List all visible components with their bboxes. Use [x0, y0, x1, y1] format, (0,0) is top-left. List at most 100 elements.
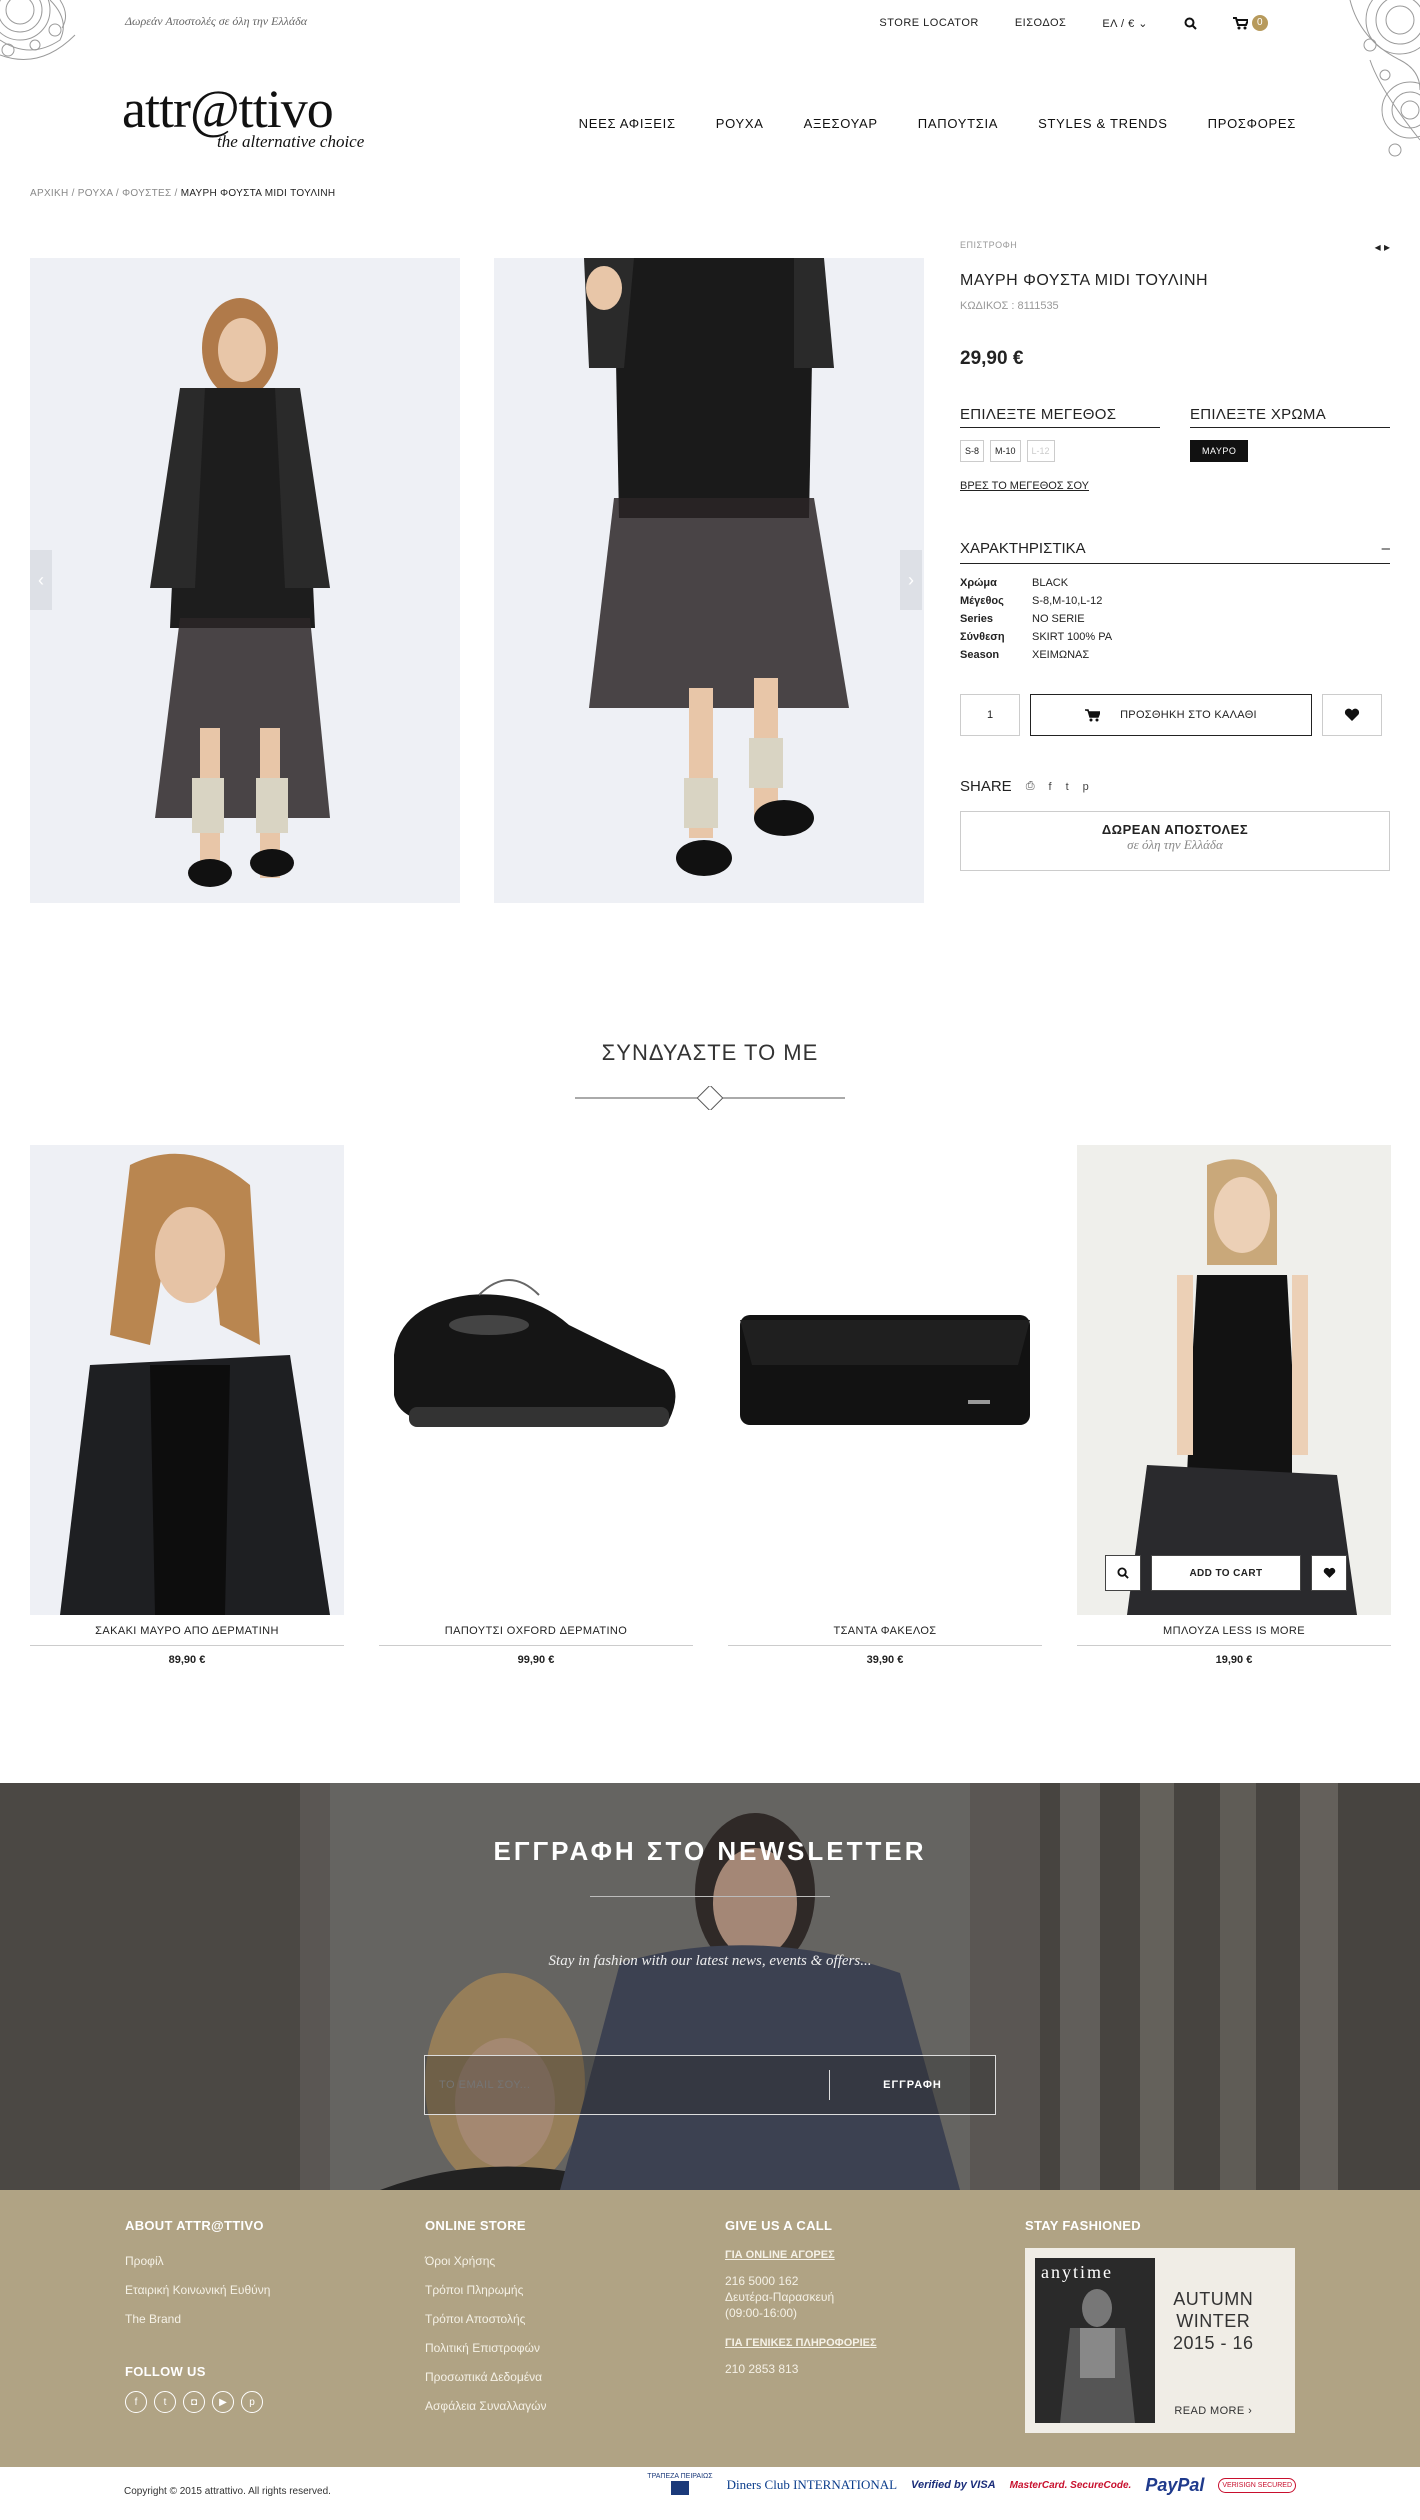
product-title: ΜΑΥΡΗ ΦΟΥΣΤΑ MIDI ΤΟΥΛΙΝΗ — [960, 272, 1209, 289]
footer-about-heading: ABOUT ATTR@TTIVO — [125, 2218, 264, 2233]
newsletter-subtitle: Stay in fashion with our latest news, ev… — [548, 1953, 872, 1969]
add-to-cart-label: ΠΡΟΣΘΗΚΗ ΣΤΟ ΚΑΛΑΘΙ — [1120, 709, 1257, 721]
nav-accessories[interactable]: ΑΞΕΣΟΥΑΡ — [804, 116, 878, 131]
cart-count-badge: 0 — [1252, 15, 1268, 31]
instagram-icon[interactable]: ◘ — [183, 2391, 205, 2413]
newsletter-divider — [590, 1896, 830, 1897]
magazine-promo[interactable]: anytime AUTUMN WINTER 2015 - 16 READ MOR… — [1025, 2248, 1295, 2433]
lace-ornament-left — [0, 0, 76, 60]
size-option-l[interactable]: L-12 — [1026, 440, 1055, 462]
product-card[interactable]: ΠΑΠΟΥΤΣΙ OXFORD ΔΕΡΜΑΤΙΝΟ 99,90 € — [379, 1145, 693, 1666]
product-card-name[interactable]: ΣΑΚΑΚΙ ΜΑΥΡΟ ΑΠΟ ΔΕΡΜΑΤΙΝΗ — [30, 1625, 344, 1646]
cart-button[interactable]: 0 — [1233, 15, 1268, 31]
size-option-s[interactable]: S-8 — [960, 440, 985, 462]
quick-actions-bar: ADD TO CART — [1105, 1555, 1347, 1591]
product-card[interactable]: ΣΑΚΑΚΙ ΜΑΥΡΟ ΑΠΟ ΔΕΡΜΑΤΙΝΗ 89,90 € — [30, 1145, 344, 1666]
product-image-1[interactable]: ‹ — [30, 258, 460, 903]
footer-link-returns[interactable]: Πολιτική Επιστροφών — [425, 2334, 705, 2363]
verified-by-visa-logo: Verified by VISA — [911, 2479, 996, 2491]
pinterest-icon[interactable]: p — [241, 2391, 263, 2413]
quantity-input[interactable]: 1 — [960, 694, 1020, 736]
char-row: Σύνθεση SKIRT 100% PA — [960, 631, 1113, 643]
product-card-image[interactable] — [379, 1145, 693, 1615]
magazine-line-1: AUTUMN — [1173, 2289, 1254, 2309]
read-more-label: READ MORE — [1174, 2405, 1245, 2417]
product-card-name[interactable]: ΜΠΛΟΥΖΑ LESS IS MORE — [1077, 1625, 1391, 1646]
search-icon[interactable] — [1184, 17, 1197, 30]
footer-link-security[interactable]: Ασφάλεια Συναλλαγών — [425, 2392, 705, 2421]
newsletter-email-input[interactable] — [425, 2079, 829, 2091]
call-general-phone[interactable]: 210 2853 813 — [725, 2361, 1005, 2377]
magazine-cover: anytime — [1035, 2258, 1155, 2423]
print-icon[interactable]: ⎙ — [1026, 780, 1035, 793]
next-product-icon[interactable]: ▸ — [1384, 240, 1390, 254]
free-shipping-subtitle: σε όλη την Ελλάδα — [1127, 837, 1223, 852]
color-option-black[interactable]: ΜΑΥΡΟ — [1190, 440, 1249, 462]
product-card-image[interactable]: ADD TO CART — [1077, 1145, 1391, 1615]
combine-heading: ΣΥΝΔΥΑΣΤΕ ΤΟ ΜΕ — [601, 1040, 819, 1065]
prev-product-icon[interactable]: ◂ — [1375, 240, 1381, 254]
breadcrumb-skirts[interactable]: ΦΟΥΣΤΕΣ — [122, 188, 171, 199]
size-heading: ΕΠΙΛΕΞΤΕ ΜΕΓΕΘΟΣ — [960, 406, 1160, 428]
footer-link-shipping[interactable]: Τρόποι Αποστολής — [425, 2305, 705, 2334]
product-card[interactable]: ΤΣΑΝΤΑ ΦΑΚΕΛΟΣ 39,90 € — [728, 1145, 1042, 1666]
product-price: 29,90 € — [960, 348, 1024, 369]
nav-styles-trends[interactable]: STYLES & TRENDS — [1038, 116, 1167, 131]
lang-currency-dropdown[interactable]: ΕΛ / € ⌄ — [1102, 17, 1148, 30]
breadcrumb-clothes[interactable]: ΡΟΥΧΑ — [78, 188, 113, 199]
product-card[interactable]: ADD TO CART ΜΠΛΟΥΖΑ LESS IS MORE 19,90 € — [1077, 1145, 1391, 1666]
pinterest-icon[interactable]: p — [1083, 781, 1089, 793]
footer-link-privacy[interactable]: Προσωπικά Δεδομένα — [425, 2363, 705, 2392]
free-shipping-title: ΔΩΡΕΑΝ ΑΠΟΣΤΟΛΕΣ — [1101, 822, 1249, 837]
gallery-prev-arrow[interactable]: ‹ — [30, 550, 52, 610]
newsletter-form: ΕΓΓΡΑΦΗ — [424, 2055, 996, 2115]
quick-wishlist-button[interactable] — [1311, 1555, 1347, 1591]
nav-offers[interactable]: ΠΡΟΣΦΟΡΕΣ — [1208, 116, 1296, 131]
call-online-hours: (09:00-16:00) — [725, 2306, 798, 2320]
brand-logo[interactable]: attr@ttivo the alternative choice — [122, 82, 364, 152]
gallery-next-arrow[interactable]: › — [900, 550, 922, 610]
quick-view-button[interactable] — [1105, 1555, 1141, 1591]
back-link[interactable]: ΕΠΙΣΤΡΟΦΗ — [960, 240, 1390, 250]
facebook-icon[interactable]: f — [125, 2391, 147, 2413]
product-card-name[interactable]: ΠΑΠΟΥΤΣΙ OXFORD ΔΕΡΜΑΤΙΝΟ — [379, 1625, 693, 1646]
footer-link-brand[interactable]: The Brand — [125, 2305, 405, 2334]
add-to-cart-button[interactable]: ΠΡΟΣΘΗΚΗ ΣΤΟ ΚΑΛΑΘΙ — [1030, 694, 1312, 736]
footer-link-csr[interactable]: Εταιρική Κοινωνική Ευθύνη — [125, 2276, 405, 2305]
call-online-phone[interactable]: 216 5000 162 — [725, 2273, 1005, 2289]
facebook-icon[interactable]: f — [1049, 781, 1052, 793]
characteristics-toggle[interactable]: ΧΑΡΑΚΤΗΡΙΣΤΙΚΑ – — [960, 540, 1390, 564]
product-image-2[interactable]: › — [494, 258, 924, 903]
login-link[interactable]: ΕΙΣΟΔΟΣ — [1015, 17, 1067, 29]
mastercard-securecode-logo: MasterCard. SecureCode. — [1009, 2479, 1132, 2491]
footer-link-payment[interactable]: Τρόποι Πληρωμής — [425, 2276, 705, 2305]
magazine-read-more[interactable]: READ MORE › — [1173, 2400, 1254, 2422]
size-option-m[interactable]: M-10 — [990, 440, 1021, 462]
twitter-icon[interactable]: t — [1066, 781, 1069, 793]
char-row: Μέγεθος S-8,M-10,L-12 — [960, 595, 1103, 607]
youtube-icon[interactable]: ▶ — [212, 2391, 234, 2413]
buy-row: 1 ΠΡΟΣΘΗΚΗ ΣΤΟ ΚΑΛΑΘΙ — [960, 694, 1390, 736]
nav-clothes[interactable]: ΡΟΥΧΑ — [716, 116, 764, 131]
quick-add-to-cart-button[interactable]: ADD TO CART — [1151, 1555, 1301, 1591]
product-card-price: 99,90 € — [517, 1654, 555, 1666]
newsletter-submit-button[interactable]: ΕΓΓΡΑΦΗ — [830, 2079, 995, 2091]
brand-name: attr@ttivo — [122, 79, 334, 139]
shipping-note: Δωρεάν Αποστολές σε όλη την Ελλάδα — [125, 14, 308, 28]
product-card-image[interactable] — [30, 1145, 344, 1615]
store-locator-link[interactable]: STORE LOCATOR — [879, 17, 978, 29]
find-size-link[interactable]: ΒΡΕΣ ΤΟ ΜΕΓΕΘΟΣ ΣΟΥ — [960, 480, 1160, 492]
characteristics-list: Χρώμα BLACK Μέγεθος S-8,M-10,L-12 Series NO… — [960, 574, 1390, 664]
twitter-icon[interactable]: t — [154, 2391, 176, 2413]
magazine-text: AUTUMN WINTER 2015 - 16 READ MORE › — [1173, 2258, 1254, 2423]
search-icon — [1117, 1567, 1129, 1579]
product-card-image[interactable] — [728, 1145, 1042, 1615]
breadcrumb-home[interactable]: ΑΡΧΙΚΗ — [30, 188, 68, 199]
nav-new-arrivals[interactable]: ΝΕΕΣ ΑΦΙΞΕΙΣ — [579, 116, 676, 131]
nav-shoes[interactable]: ΠΑΠΟΥΤΣΙΑ — [918, 116, 998, 131]
product-card-name[interactable]: ΤΣΑΝΤΑ ΦΑΚΕΛΟΣ — [728, 1625, 1042, 1646]
wishlist-button[interactable] — [1322, 694, 1382, 736]
footer-link-profile[interactable]: Προφίλ — [125, 2247, 405, 2276]
product-pager: ◂ ▸ — [1375, 240, 1390, 254]
footer-link-terms[interactable]: Όροι Χρήσης — [425, 2247, 705, 2276]
